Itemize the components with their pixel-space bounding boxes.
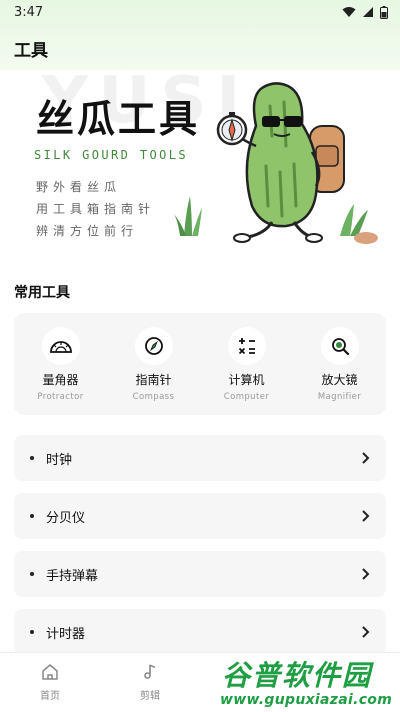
tool-sublabel: Protractor [37,392,84,402]
battery-icon [380,5,388,19]
tool-magnifier[interactable]: 放大镜 Magnifier [294,327,386,402]
compass-icon [134,327,173,365]
list-item-label: 时钟 [46,452,73,468]
tool-calculator[interactable]: 计算机 Computer [201,327,293,402]
bullet-icon [30,514,34,518]
tool-sublabel: Compass [132,392,175,402]
chevron-right-icon [362,510,370,522]
list-item-timer[interactable]: 计时器 [14,609,386,655]
chevron-right-icon [362,626,370,638]
banner-line-3: 辨清方位前行 [36,224,139,238]
tool-protractor[interactable]: 量角器 Protractor [15,327,107,402]
status-icons [342,5,388,19]
bullet-icon [30,572,34,576]
bullet-icon [30,456,34,460]
banner-line-2: 用工具箱指南针 [36,202,156,216]
list-item-label: 分贝仪 [46,510,86,526]
banner-line-1: 野外看丝瓜 [36,180,122,194]
watermark-title: 谷普软件园 [222,659,373,692]
bullet-icon [30,630,34,634]
tool-label: 放大镜 [321,373,358,387]
status-bar: 3:47 [0,0,400,24]
protractor-icon [41,327,80,365]
home-icon [42,664,58,680]
tool-label: 计算机 [228,373,265,387]
calculator-icon [227,327,266,365]
tool-sublabel: Computer [223,392,270,402]
watermark-url: www.gupuxiazai.com [220,692,393,708]
music-note-icon [144,664,156,679]
list-item-handheld-barrage[interactable]: 手持弹幕 [14,551,386,597]
tool-label: 量角器 [42,373,79,387]
nav-edit[interactable]: 剪辑 [100,653,200,712]
gourd-mascot-illustration [174,82,378,244]
site-watermark: 谷普软件园 www.gupuxiazai.com [218,654,400,712]
common-tools-card: 量角器 Protractor 指南针 Compass 计算机 Computer [14,313,386,415]
chevron-right-icon [362,452,370,464]
banner-subtitle: SILK GOURD TOOLS [34,148,188,162]
promo-banner[interactable]: YUSI 丝瓜工具 SILK GOURD TOOLS 野外看丝瓜 用工具箱指南针… [14,70,386,252]
tool-label: 指南针 [135,373,172,387]
nav-home[interactable]: 首页 [0,653,100,712]
page-title: 工具 [14,41,48,61]
signal-icon [363,7,373,17]
nav-label: 首页 [40,691,60,702]
tool-compass[interactable]: 指南针 Compass [108,327,200,402]
list-item-label: 计时器 [46,626,86,642]
tool-sublabel: Magnifier [317,392,362,402]
section-title-common-tools: 常用工具 [14,285,70,301]
magnifier-icon [320,327,359,365]
nav-label: 剪辑 [140,691,160,702]
list-item-label: 手持弹幕 [46,568,99,584]
wifi-icon [342,7,356,17]
chevron-right-icon [362,568,370,580]
list-item-decibel-meter[interactable]: 分贝仪 [14,493,386,539]
status-time: 3:47 [14,4,44,20]
list-item-clock[interactable]: 时钟 [14,435,386,481]
